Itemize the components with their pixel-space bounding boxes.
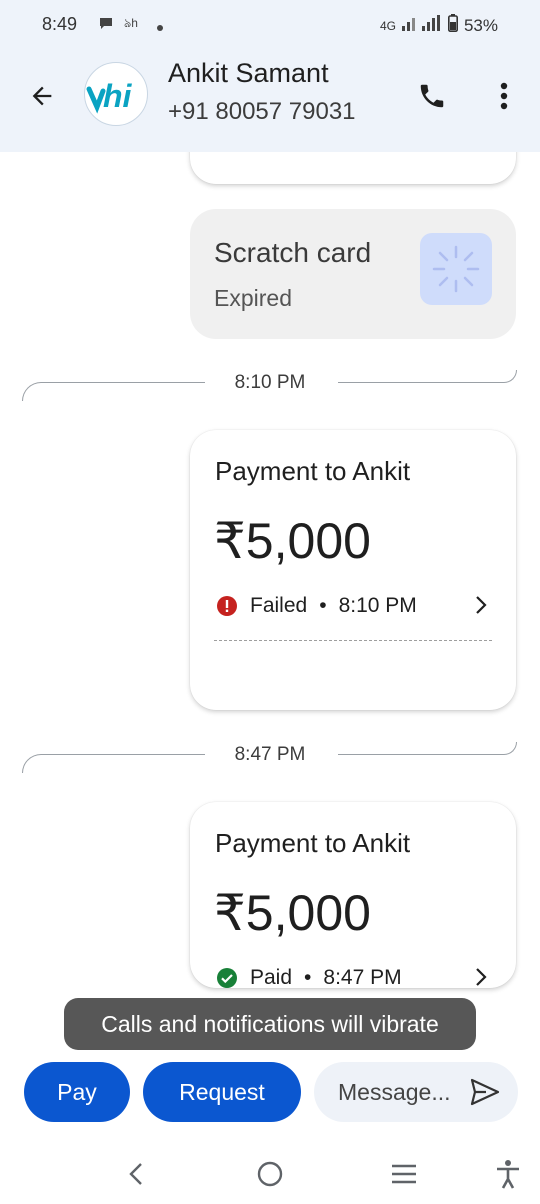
vi-logo-icon: hi <box>86 78 133 114</box>
status-bar: 8:49 ঌh 4G 53% <box>0 0 540 50</box>
status-right: 4G 53% <box>380 14 498 37</box>
contact-avatar[interactable]: hi <box>84 62 148 126</box>
message-input[interactable]: Message... <box>314 1062 518 1122</box>
more-notifications-icon <box>157 19 163 34</box>
separator-time: 8:47 PM <box>234 744 306 765</box>
phone-icon <box>420 84 444 108</box>
scratch-card[interactable]: Scratch card Expired <box>190 209 516 339</box>
nav-back-button[interactable] <box>116 1156 156 1192</box>
time-separator: 8:10 PM <box>0 364 540 404</box>
nav-recents-button[interactable] <box>384 1156 424 1192</box>
time-separator: 8:47 PM <box>0 736 540 776</box>
network-type: 4G <box>379 18 396 33</box>
payment-card-failed[interactable]: Payment to Ankit ₹5,000 Failed • 8:10 PM <box>190 430 516 710</box>
scratch-card-thumbnail <box>420 233 492 305</box>
payment-card-paid[interactable]: Payment to Ankit ₹5,000 Paid • 8:47 PM <box>190 802 516 990</box>
message-placeholder: Message... <box>338 1079 451 1105</box>
sparkle-icon <box>432 245 480 293</box>
system-nav-bar <box>0 1142 540 1204</box>
payment-time: 8:47 PM <box>323 966 402 989</box>
more-vert-icon <box>500 82 508 110</box>
payment-title: Payment to Ankit <box>215 828 411 858</box>
send-icon[interactable] <box>470 1078 500 1106</box>
signal-icon <box>401 15 442 36</box>
scratch-card-title: Scratch card <box>214 237 372 268</box>
error-icon <box>217 596 237 616</box>
payment-amount: ₹5,000 <box>214 885 371 941</box>
app-notification-icon: ঌh <box>124 16 138 30</box>
vibrate-toast: Calls and notifications will vibrate <box>64 998 476 1050</box>
status-time: 8:49 <box>42 14 78 34</box>
separator-time: 8:10 PM <box>234 372 306 393</box>
nav-home-icon <box>257 1161 283 1187</box>
payment-status-text: Paid <box>250 966 293 989</box>
message-composer: Pay Request Message... <box>0 1052 540 1142</box>
payment-status: Failed • 8:10 PM <box>216 594 417 618</box>
call-button[interactable] <box>410 74 454 118</box>
payment-status-text: Failed <box>250 594 308 617</box>
chat-area[interactable]: Scratch card Expired 8:10 PM Payment to … <box>0 152 540 1052</box>
check-circle-icon <box>217 968 237 988</box>
chevron-right-icon[interactable] <box>474 594 488 616</box>
accessibility-icon <box>497 1160 519 1189</box>
back-arrow-icon <box>32 86 52 106</box>
battery-level: 53% <box>463 15 498 35</box>
contact-name[interactable]: Ankit Samant <box>168 58 329 89</box>
pay-button[interactable]: Pay <box>24 1062 130 1122</box>
nav-home-button[interactable] <box>250 1156 290 1192</box>
nav-recents-icon <box>392 1164 416 1184</box>
message-notification-icon <box>98 15 114 34</box>
chevron-right-icon[interactable] <box>474 966 488 988</box>
payment-title: Payment to Ankit <box>215 456 411 486</box>
previous-payment-card[interactable] <box>190 152 516 184</box>
payment-amount: ₹5,000 <box>214 513 371 569</box>
chat-header: hi Ankit Samant +91 80057 79031 <box>0 50 540 152</box>
nav-back-icon <box>129 1163 142 1185</box>
more-options-button[interactable] <box>484 74 524 118</box>
battery-icon <box>447 14 458 37</box>
contact-phone: +91 80057 79031 <box>168 98 356 125</box>
scratch-card-status: Expired <box>214 285 292 311</box>
request-button[interactable]: Request <box>143 1062 301 1122</box>
card-divider <box>214 640 492 641</box>
accessibility-button[interactable] <box>488 1156 528 1192</box>
avatar-text: hi <box>103 78 133 114</box>
payment-time: 8:10 PM <box>338 594 417 617</box>
payment-status: Paid • 8:47 PM <box>216 966 402 990</box>
back-button[interactable] <box>22 76 62 116</box>
